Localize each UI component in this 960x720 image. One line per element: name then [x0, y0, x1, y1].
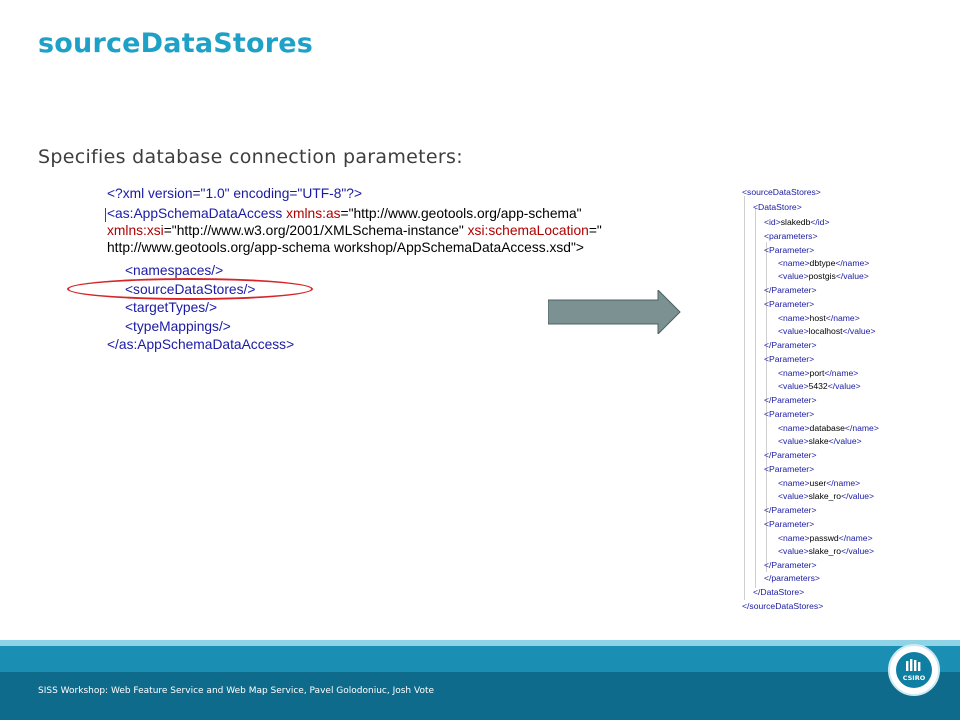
slide-subtitle: Specifies database connection parameters… [38, 146, 463, 168]
indent-guide [755, 208, 756, 588]
namespaces-tag: <namespaces/> [125, 263, 224, 278]
xmlns-as-attr: xmlns:as [286, 206, 341, 221]
text-cursor [105, 208, 106, 222]
param-value: <value>slake_ro</value> [778, 491, 875, 501]
parameter-open: <Parameter> [764, 245, 815, 255]
highlight-ellipse [67, 278, 313, 300]
schema-location-value: http://www.geotools.org/app-schema works… [107, 240, 584, 255]
footer-band [0, 672, 960, 720]
parameters-open: <parameters> [764, 231, 818, 241]
slide-title: sourceDataStores [38, 28, 314, 59]
xml-detail: <sourceDataStores> <DataStore> <id>slake… [738, 184, 928, 616]
xmlns-xsi-value: "http://www.w3.org/2001/XMLSchema-instan… [171, 223, 464, 238]
param-value: <value>localhost</value> [778, 326, 876, 336]
datastore-close: </DataStore> [753, 587, 805, 597]
root-open-tag: <as:AppSchemaDataAccess [107, 206, 283, 221]
parameter-open: <Parameter> [764, 519, 815, 529]
parameter-open: <Parameter> [764, 409, 815, 419]
param-value: <value>slake_ro</value> [778, 546, 875, 556]
schema-location-attr: xsi:schemaLocation [467, 223, 589, 238]
indent-guide [744, 196, 745, 600]
root-close-tag: </as:AppSchemaDataAccess> [107, 337, 295, 352]
xml-declaration: <?xml version="1.0" encoding="UTF-8"?> [107, 186, 363, 201]
param-name: <name>dbtype</name> [778, 258, 870, 268]
id-value: slakedb [780, 217, 811, 227]
parameter-close: </Parameter> [764, 285, 817, 295]
parameter-open: <Parameter> [764, 464, 815, 474]
right-arrow-icon [548, 290, 681, 334]
footer-text: SISS Workshop: Web Feature Service and W… [38, 686, 435, 696]
param-name: <name>user</name> [778, 478, 861, 488]
schema-location-eq: =" [588, 223, 602, 238]
parameter-close: </Parameter> [764, 450, 817, 460]
source-data-stores-open: <sourceDataStores> [742, 187, 821, 197]
parameter-close: </Parameter> [764, 560, 817, 570]
logo-bars-icon [906, 659, 921, 671]
xsi-line: xmlns:xsi="http://www.w3.org/2001/XMLSch… [107, 223, 602, 238]
param-name: <name>database</name> [778, 423, 879, 433]
datastore-open: <DataStore> [753, 202, 802, 212]
param-name: <name>port</name> [778, 368, 859, 378]
target-types-tag: <targetTypes/> [125, 300, 218, 315]
xmlns-as-value: "http://www.geotools.org/app-schema" [348, 206, 582, 221]
logo-text: CSIRO [902, 674, 926, 682]
param-name: <name>passwd</name> [778, 533, 873, 543]
logo-inner: CSIRO [896, 652, 932, 688]
source-data-stores-close: </sourceDataStores> [742, 601, 824, 611]
parameter-open: <Parameter> [764, 354, 815, 364]
param-value: <value>5432</value> [778, 381, 861, 391]
parameter-open: <Parameter> [764, 299, 815, 309]
parameters-close: </parameters> [764, 573, 820, 583]
param-value: <value>slake</value> [778, 436, 862, 446]
root-open-line: <as:AppSchemaDataAccess xmlns:as="http:/… [107, 206, 582, 221]
type-mappings-tag: <typeMappings/> [125, 319, 231, 334]
xmlns-xsi-attr: xmlns:xsi [107, 223, 164, 238]
parameter-close: </Parameter> [764, 395, 817, 405]
parameter-close: </Parameter> [764, 340, 817, 350]
parameter-close: </Parameter> [764, 505, 817, 515]
param-value: <value>postgis</value> [778, 271, 869, 281]
csiro-logo: CSIRO [888, 644, 940, 696]
id-element: <id>slakedb</id> [764, 217, 830, 227]
param-name: <name>host</name> [778, 313, 860, 323]
